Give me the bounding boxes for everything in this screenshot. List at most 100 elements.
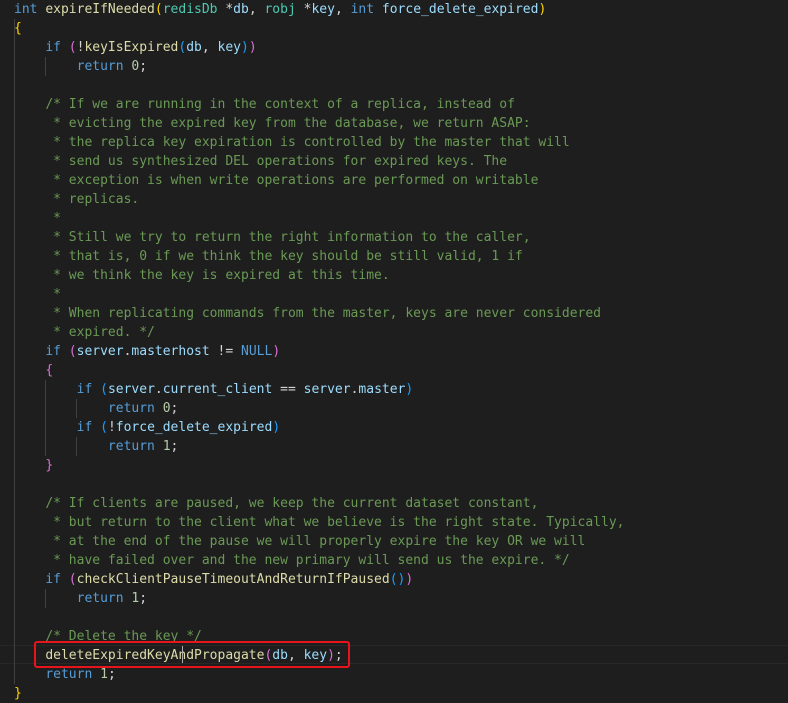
code-token: !	[107, 420, 116, 435]
code-token: )	[241, 40, 249, 55]
code-line[interactable]: /* If clients are paused, we keep the cu…	[0, 494, 788, 513]
code-token: checkClientPauseTimeoutAndReturnIfPaused	[76, 572, 390, 587]
code-line[interactable]: * expired. */	[0, 323, 788, 342]
code-token: ;	[107, 667, 116, 682]
code-line[interactable]: {	[0, 19, 788, 38]
code-line[interactable]: return 0;	[0, 57, 788, 76]
code-token: return	[107, 401, 155, 416]
code-line[interactable]: return 1;	[0, 437, 788, 456]
code-token: ;	[170, 401, 179, 416]
code-token: ,	[248, 2, 265, 17]
code-line[interactable]	[0, 608, 788, 627]
code-token: ==	[272, 382, 304, 397]
code-line[interactable]: * the replica key expiration is controll…	[0, 133, 788, 152]
code-line[interactable]: * that is, 0 if we think the key should …	[0, 247, 788, 266]
code-line[interactable]: * we think the key is expired at this ti…	[0, 266, 788, 285]
code-token: .	[154, 382, 163, 397]
code-line[interactable]: *	[0, 209, 788, 228]
code-line[interactable]: * but return to the client what we belie…	[0, 513, 788, 532]
code-token: keyIsExpired	[84, 40, 179, 55]
code-token: return	[76, 591, 124, 606]
code-token: ,	[334, 2, 351, 17]
code-token: (	[100, 420, 108, 435]
code-token: current_client	[162, 382, 273, 397]
code-token: int	[350, 2, 375, 17]
code-editor[interactable]: int expireIfNeeded(redisDb *db, robj *ke…	[0, 0, 788, 701]
code-line[interactable]	[0, 76, 788, 95]
code-token: return	[45, 667, 93, 682]
code-token: if	[45, 344, 61, 359]
code-token: * When replicating commands from the mas…	[53, 306, 602, 321]
code-token: * exception is when write operations are…	[53, 173, 539, 188]
code-token: key	[217, 40, 241, 55]
code-token: expireIfNeeded	[45, 2, 155, 17]
code-line[interactable]: * replicas.	[0, 190, 788, 209]
code-token: * the replica key expiration is controll…	[53, 135, 570, 150]
code-token: {	[45, 363, 54, 378]
code-token: /* If clients are paused, we keep the cu…	[45, 496, 539, 511]
code-token: )	[248, 40, 257, 55]
code-line[interactable]: * exception is when write operations are…	[0, 171, 788, 190]
code-token: * Still we try to return the right infor…	[53, 230, 531, 245]
code-token: )	[272, 420, 281, 435]
code-line[interactable]: if (!force_delete_expired)	[0, 418, 788, 437]
code-line[interactable]: if (server.current_client == server.mast…	[0, 380, 788, 399]
code-token: if	[45, 40, 61, 55]
code-line[interactable]: * When replicating commands from the mas…	[0, 304, 788, 323]
code-token: * we think the key is expired at this ti…	[53, 268, 390, 283]
code-token: * evicting the expired key from the data…	[53, 116, 531, 131]
text-cursor	[182, 646, 183, 663]
code-token: !=	[209, 344, 242, 359]
code-line[interactable]: /* If we are running in the context of a…	[0, 95, 788, 114]
code-token: robj	[264, 2, 296, 17]
code-token: * replicas.	[53, 192, 140, 207]
code-line[interactable]: int expireIfNeeded(redisDb *db, robj *ke…	[0, 0, 788, 19]
code-token: redisDb	[162, 2, 218, 17]
code-token: )	[538, 2, 547, 17]
code-token: )	[405, 382, 414, 397]
code-line[interactable]: * send us synthesized DEL operations for…	[0, 152, 788, 171]
code-token: return	[76, 59, 124, 74]
code-line[interactable]: if (!keyIsExpired(db, key))	[0, 38, 788, 57]
code-token: ;	[139, 591, 148, 606]
code-line[interactable]: * Still we try to return the right infor…	[0, 228, 788, 247]
code-line[interactable]: }	[0, 456, 788, 475]
code-line[interactable]: return 1;	[0, 589, 788, 608]
code-line[interactable]: if (server.masterhost != NULL)	[0, 342, 788, 361]
code-token: * have failed over and the new primary w…	[53, 553, 570, 568]
code-token: return	[107, 439, 155, 454]
code-line[interactable]	[0, 475, 788, 494]
code-line[interactable]: {	[0, 361, 788, 380]
code-line[interactable]: if (checkClientPauseTimeoutAndReturnIfPa…	[0, 570, 788, 589]
code-token: NULL	[241, 344, 273, 359]
code-line[interactable]: }	[0, 684, 788, 703]
code-token: 1	[162, 439, 171, 454]
code-token: if	[76, 382, 93, 397]
code-line[interactable]: * evicting the expired key from the data…	[0, 114, 788, 133]
code-line[interactable]: * have failed over and the new primary w…	[0, 551, 788, 570]
code-line[interactable]: * at the end of the pause we will proper…	[0, 532, 788, 551]
code-line[interactable]: return 0;	[0, 399, 788, 418]
code-line[interactable]: *	[0, 285, 788, 304]
